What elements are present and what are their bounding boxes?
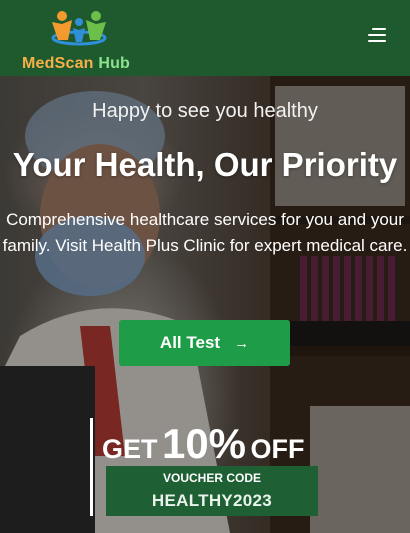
- promo-get: GET: [102, 434, 158, 464]
- all-test-button-label: All Test: [159, 333, 221, 352]
- voucher-box[interactable]: VOUCHER CODE HEALTHY2023: [106, 466, 318, 516]
- brand-name-part2: Hub: [98, 55, 131, 72]
- hero-headline: Your Health, Our Priority: [12, 146, 398, 183]
- brand-logo[interactable]: MedScan Hub: [20, 8, 140, 74]
- hamburger-menu-icon[interactable]: [366, 26, 386, 44]
- hero-section: Happy to see you healthy Your Health, Ou…: [0, 76, 410, 533]
- promo-accent-bar: [90, 418, 93, 516]
- hero-tagline: Happy to see you healthy: [92, 100, 318, 122]
- arrow-right-icon: →: [234, 334, 250, 352]
- promo-percent: 10%: [161, 420, 247, 467]
- hero-description: Comprehensive healthcare services for yo…: [2, 210, 408, 255]
- brand-name-part1: MedScan: [22, 55, 94, 72]
- brand-name: MedScan Hub: [22, 55, 130, 73]
- voucher-code: HEALTHY2023: [151, 491, 273, 510]
- discount-promo: GET 10% OFF VOUCHER CODE HEALTHY2023: [90, 418, 330, 518]
- all-test-button[interactable]: All Test →: [119, 320, 290, 366]
- promo-off: OFF: [250, 434, 305, 464]
- top-navbar: MedScan Hub: [0, 0, 410, 76]
- people-family-icon: [51, 11, 107, 46]
- voucher-label: VOUCHER CODE: [162, 471, 261, 485]
